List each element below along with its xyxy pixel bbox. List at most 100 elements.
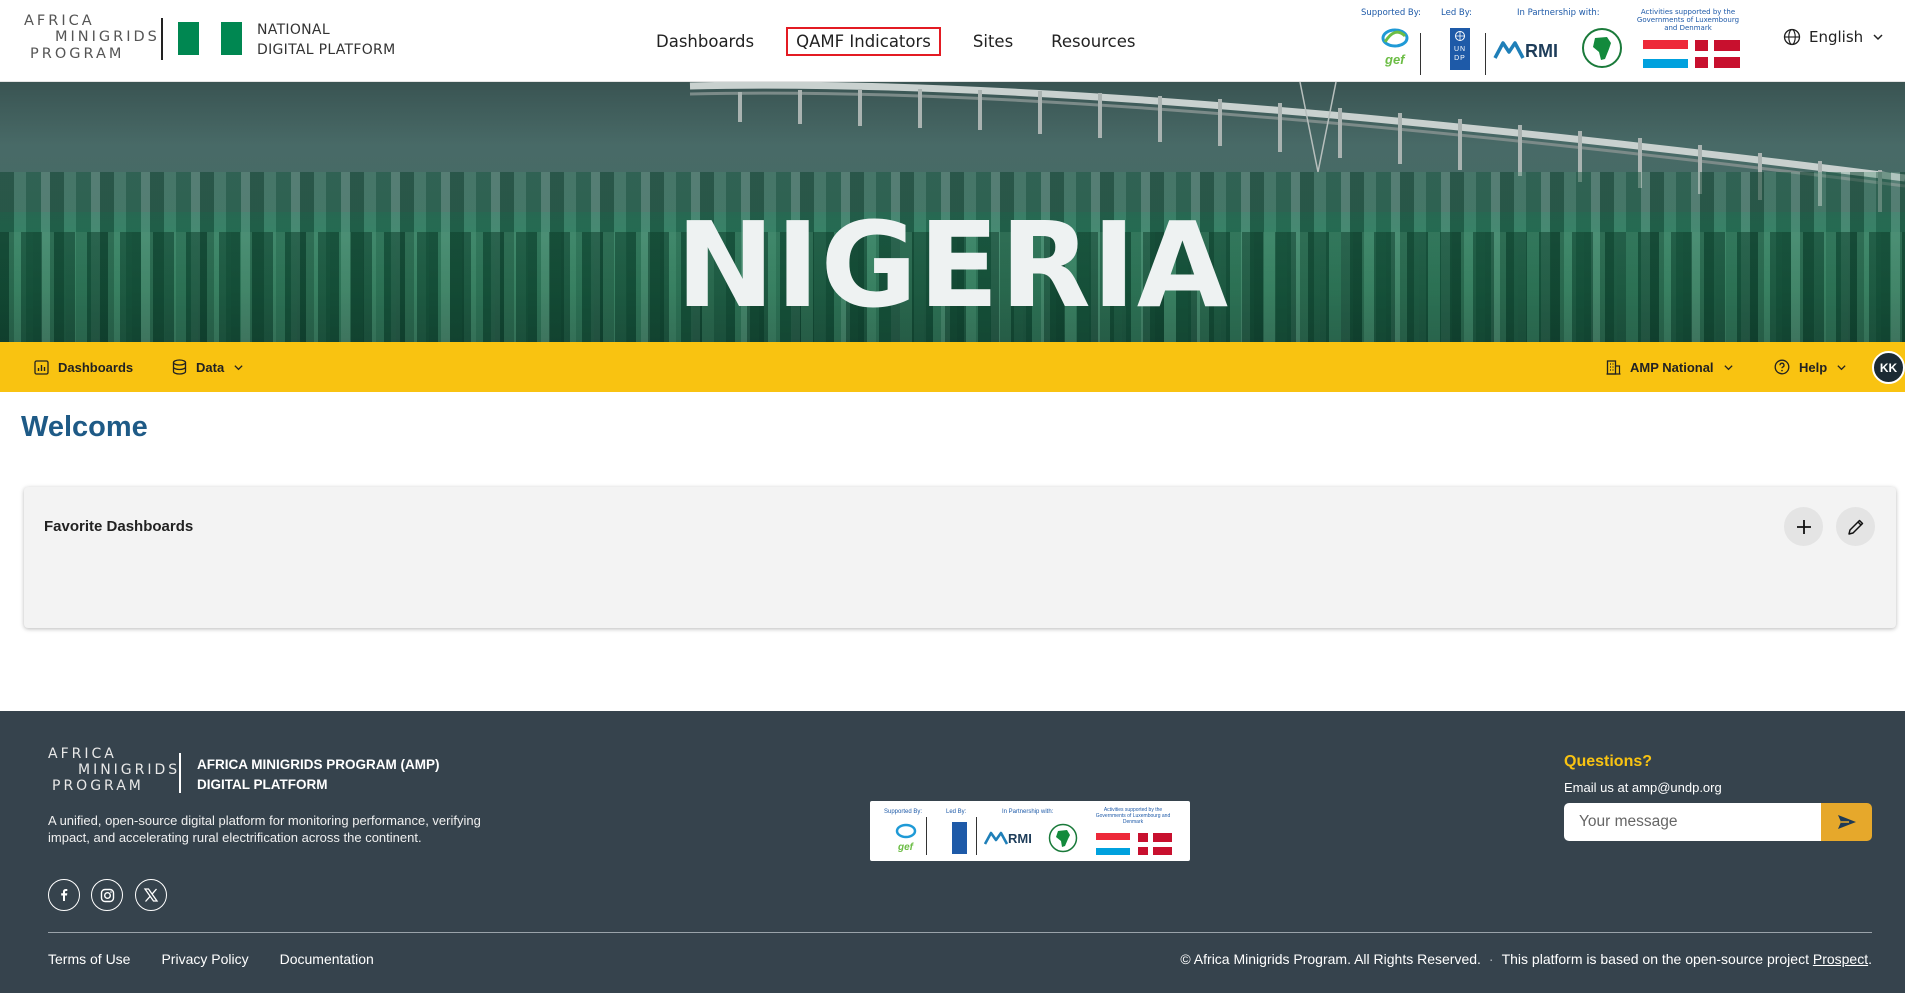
user-avatar[interactable]: KK	[1872, 351, 1905, 384]
amp-logo[interactable]: AFRICA MINIGRIDS PROGRAM	[24, 13, 157, 65]
footer-logo-line-2: MINIGRIDS	[78, 762, 181, 778]
subnav-data[interactable]: Data	[172, 342, 253, 392]
platform-name-line-2: DIGITAL PLATFORM	[257, 42, 396, 58]
footer-supported-by-caption: Supported By:	[884, 809, 923, 815]
chevron-down-icon	[1873, 34, 1883, 41]
hero-title: NIGERIA	[675, 196, 1230, 334]
footer-logo-line-3: PROGRAM	[52, 778, 144, 794]
language-label: English	[1809, 28, 1864, 46]
plus-icon	[1796, 519, 1811, 534]
nigeria-flag-icon	[178, 22, 242, 55]
subnav-help[interactable]: Help	[1774, 342, 1856, 392]
nav-sites[interactable]: Sites	[967, 27, 1019, 56]
privacy-policy-link[interactable]: Privacy Policy	[161, 951, 248, 967]
database-icon	[172, 359, 187, 375]
footer-luxembourg-flag-icon	[1096, 833, 1130, 855]
bar-chart-icon	[34, 359, 49, 375]
partner-divider	[1485, 33, 1486, 75]
footer-brand: AFRICA MINIGRIDS PROGRAM (AMP) DIGITAL P…	[197, 755, 440, 795]
subnav-help-label: Help	[1799, 359, 1828, 375]
period-text: .	[1868, 951, 1872, 967]
add-favorite-button[interactable]	[1784, 507, 1823, 546]
language-selector[interactable]: English	[1783, 28, 1884, 46]
chevron-down-icon	[234, 364, 243, 370]
footer-partner-logos: Supported By: gef Led By: In Partnership…	[870, 801, 1190, 861]
footer-activities-caption: Activities supported by the Governments …	[1095, 807, 1171, 825]
facebook-link[interactable]	[48, 879, 80, 911]
footer-divider	[48, 932, 1872, 933]
facebook-icon	[61, 889, 68, 901]
footer-email-text: Email us at amp@undp.org	[1564, 780, 1722, 795]
rmi-text: RMI	[1525, 41, 1558, 61]
based-on-text: This platform is based on the open-sourc…	[1501, 951, 1809, 967]
globe-icon	[1783, 28, 1801, 46]
gef-text: gef	[1384, 52, 1406, 67]
chevron-down-icon	[1723, 364, 1733, 370]
separator-dot: ·	[1488, 951, 1494, 967]
favorite-dashboards-card: Favorite Dashboards	[24, 487, 1896, 628]
prospect-link[interactable]: Prospect	[1813, 951, 1868, 967]
subnav-data-label: Data	[196, 359, 225, 375]
nav-dashboards[interactable]: Dashboards	[650, 27, 760, 56]
footer-rmi-text: RMI	[1008, 831, 1032, 846]
logo-line-2: MINIGRIDS	[55, 29, 160, 45]
edit-favorites-button[interactable]	[1836, 507, 1875, 546]
footer-rmi-logo-icon: RMI	[984, 831, 1032, 846]
footer-questions-heading: Questions?	[1564, 753, 1653, 770]
led-by-caption: Led By:	[1441, 8, 1473, 18]
favorite-dashboards-title: Favorite Dashboards	[44, 518, 194, 535]
documentation-link[interactable]: Documentation	[280, 951, 374, 967]
footer-undp-logo-icon	[952, 822, 967, 854]
subnav-amp-national[interactable]: AMP National	[1606, 342, 1743, 392]
logo-line-1: AFRICA	[24, 13, 95, 29]
footer-denmark-flag-icon	[1138, 833, 1172, 855]
afdb-africa-icon	[1582, 28, 1622, 68]
hero-banner: NIGERIA	[0, 82, 1905, 342]
footer-logo-divider	[179, 753, 181, 793]
footer-afdb-africa-icon	[1048, 823, 1078, 853]
footer-links: Terms of Use Privacy Policy Documentatio…	[48, 951, 405, 967]
footer-logo-line-1: AFRICA	[48, 746, 117, 762]
footer-brand-line-2: DIGITAL PLATFORM	[197, 777, 328, 792]
instagram-link[interactable]	[91, 879, 123, 911]
rmi-logo-icon: RMI	[1493, 41, 1558, 61]
footer-copyright: © Africa Minigrids Program. All Rights R…	[1180, 951, 1872, 967]
x-twitter-icon	[143, 888, 159, 902]
top-header: AFRICA MINIGRIDS PROGRAM NATIONAL DIGITA…	[0, 0, 1905, 82]
terms-of-use-link[interactable]: Terms of Use	[48, 951, 130, 967]
instagram-icon	[100, 888, 114, 902]
footer-partnership-caption: In Partnership with:	[1002, 809, 1054, 815]
nav-resources[interactable]: Resources	[1045, 27, 1141, 56]
copyright-text: © Africa Minigrids Program. All Rights R…	[1180, 951, 1481, 967]
nav-qamf-indicators[interactable]: QAMF Indicators	[786, 26, 941, 56]
subnav-amp-national-label: AMP National	[1630, 359, 1714, 375]
footer-gef-logo-icon: gef	[895, 823, 917, 853]
subnav-dashboards-label: Dashboards	[58, 359, 134, 375]
partner-divider	[1420, 33, 1421, 75]
message-input[interactable]	[1564, 803, 1821, 841]
subnav-dashboards[interactable]: Dashboards	[34, 342, 133, 392]
footer-amp-logo: AFRICA MINIGRIDS PROGRAM	[48, 746, 177, 796]
page-title: Welcome	[21, 411, 148, 443]
footer: AFRICA MINIGRIDS PROGRAM AFRICA MINIGRID…	[0, 711, 1905, 993]
main-nav: Dashboards QAMF Indicators Sites Resourc…	[650, 24, 1167, 58]
logo-line-3: PROGRAM	[30, 46, 125, 62]
chevron-down-icon	[1837, 364, 1846, 370]
platform-name: NATIONAL DIGITAL PLATFORM	[257, 20, 395, 60]
luxembourg-flag-icon	[1643, 40, 1688, 68]
x-twitter-link[interactable]	[135, 879, 167, 911]
pencil-icon	[1847, 519, 1863, 535]
send-message-button[interactable]	[1821, 803, 1872, 841]
gef-logo-icon: gef	[1381, 28, 1409, 67]
undp-logo-icon: UN DP	[1450, 28, 1470, 70]
sub-nav: Dashboards Data AMP National Help	[0, 342, 1905, 392]
send-icon	[1837, 815, 1856, 829]
platform-name-line-1: NATIONAL	[257, 22, 330, 38]
footer-brand-line-1: AFRICA MINIGRIDS PROGRAM (AMP)	[197, 757, 440, 772]
help-circle-icon	[1774, 359, 1790, 375]
activities-caption: Activities supported by the Governments …	[1636, 8, 1740, 32]
footer-led-by-caption: Led By:	[946, 809, 967, 815]
supported-by-caption: Supported By:	[1361, 8, 1422, 18]
logo-divider	[161, 18, 163, 60]
partnership-caption: In Partnership with:	[1517, 8, 1600, 18]
